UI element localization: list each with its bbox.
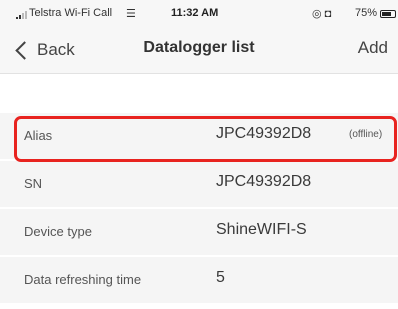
offline-status-badge: (offline) bbox=[349, 129, 383, 140]
row-value: JPC49392D8 bbox=[216, 125, 312, 142]
list-row-sn: SN JPC49392D8 bbox=[0, 161, 398, 209]
datalogger-detail-list: Alias JPC49392D8 (offline) SN JPC49392D8… bbox=[0, 113, 398, 305]
list-row-alias[interactable]: Alias JPC49392D8 (offline) bbox=[0, 113, 398, 161]
wifi-icon: ☰ bbox=[126, 8, 136, 20]
status-icons: ◎ ◘ bbox=[312, 8, 332, 20]
row-label: Data refreshing time bbox=[24, 272, 142, 287]
list-row-data-refreshing-time[interactable]: Data refreshing time 5 bbox=[0, 257, 398, 305]
row-label: Device type bbox=[24, 224, 92, 239]
signal-icon bbox=[16, 11, 27, 19]
row-value: ShineWIFI-S bbox=[216, 221, 307, 238]
status-bar: Telstra Wi-Fi Call ☰ 11:32 AM ◎ ◘ 75% bbox=[0, 0, 398, 30]
battery-percentage: 75% bbox=[355, 7, 378, 19]
carrier-name: Telstra Wi-Fi Call bbox=[29, 7, 113, 19]
row-label: Alias bbox=[24, 128, 53, 143]
row-label: SN bbox=[24, 176, 43, 191]
status-time: 11:32 AM bbox=[171, 7, 219, 19]
row-value: 5 bbox=[216, 269, 225, 286]
row-value: JPC49392D8 bbox=[216, 173, 312, 190]
page-title: Datalogger list bbox=[143, 39, 255, 56]
battery-level-fill bbox=[382, 12, 391, 16]
navigation-bar: Back Datalogger list Add bbox=[0, 30, 398, 74]
add-button[interactable]: Add bbox=[358, 38, 388, 58]
list-row-device-type: Device type ShineWIFI-S bbox=[0, 209, 398, 257]
battery-icon bbox=[380, 10, 396, 18]
